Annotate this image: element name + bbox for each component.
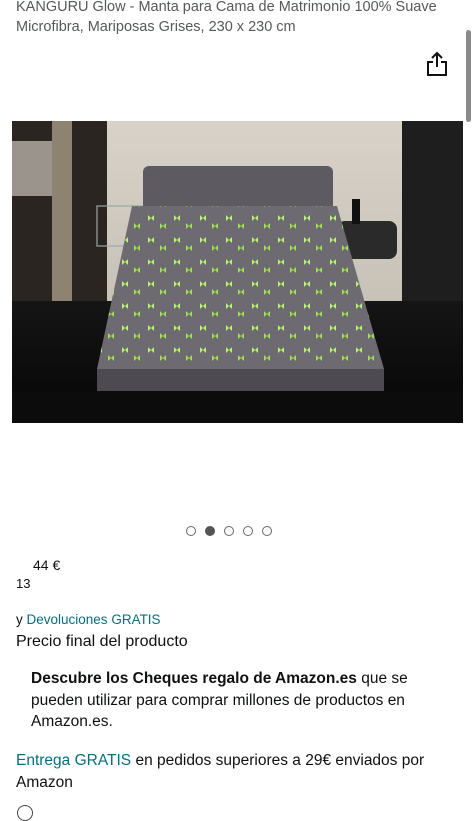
product-image[interactable] bbox=[12, 121, 463, 423]
carousel-dot-active[interactable] bbox=[205, 526, 215, 536]
returns-prefix: y bbox=[16, 612, 27, 627]
carousel-dot[interactable] bbox=[224, 526, 234, 536]
share-button[interactable] bbox=[424, 50, 450, 78]
product-photo bbox=[12, 121, 463, 423]
final-price-label: Precio final del producto bbox=[16, 633, 188, 650]
carousel-dot[interactable] bbox=[243, 526, 253, 536]
gift-card-promo: Descubre los Cheques regalo de Amazon.es… bbox=[31, 668, 451, 733]
free-delivery-link[interactable]: Entrega GRATIS bbox=[16, 752, 131, 769]
delivery-info: Entrega GRATIS en pedidos superiores a 2… bbox=[16, 750, 456, 794]
scrollbar[interactable] bbox=[466, 30, 471, 122]
price: 44 € bbox=[33, 557, 61, 573]
price-fraction: 13 bbox=[16, 576, 31, 591]
carousel-indicator[interactable] bbox=[186, 524, 272, 538]
promo-headline: Descubre los Cheques regalo de Amazon.es bbox=[31, 670, 357, 687]
carousel-dot[interactable] bbox=[186, 526, 196, 536]
product-title: KANGURU Glow - Manta para Cama de Matrim… bbox=[16, 0, 437, 35]
share-icon bbox=[427, 51, 447, 76]
carousel-dot[interactable] bbox=[262, 526, 272, 536]
free-returns-link[interactable]: Devoluciones GRATIS bbox=[27, 612, 161, 627]
radio-button[interactable] bbox=[17, 805, 33, 821]
returns-line: y Devoluciones GRATIS bbox=[16, 612, 161, 627]
